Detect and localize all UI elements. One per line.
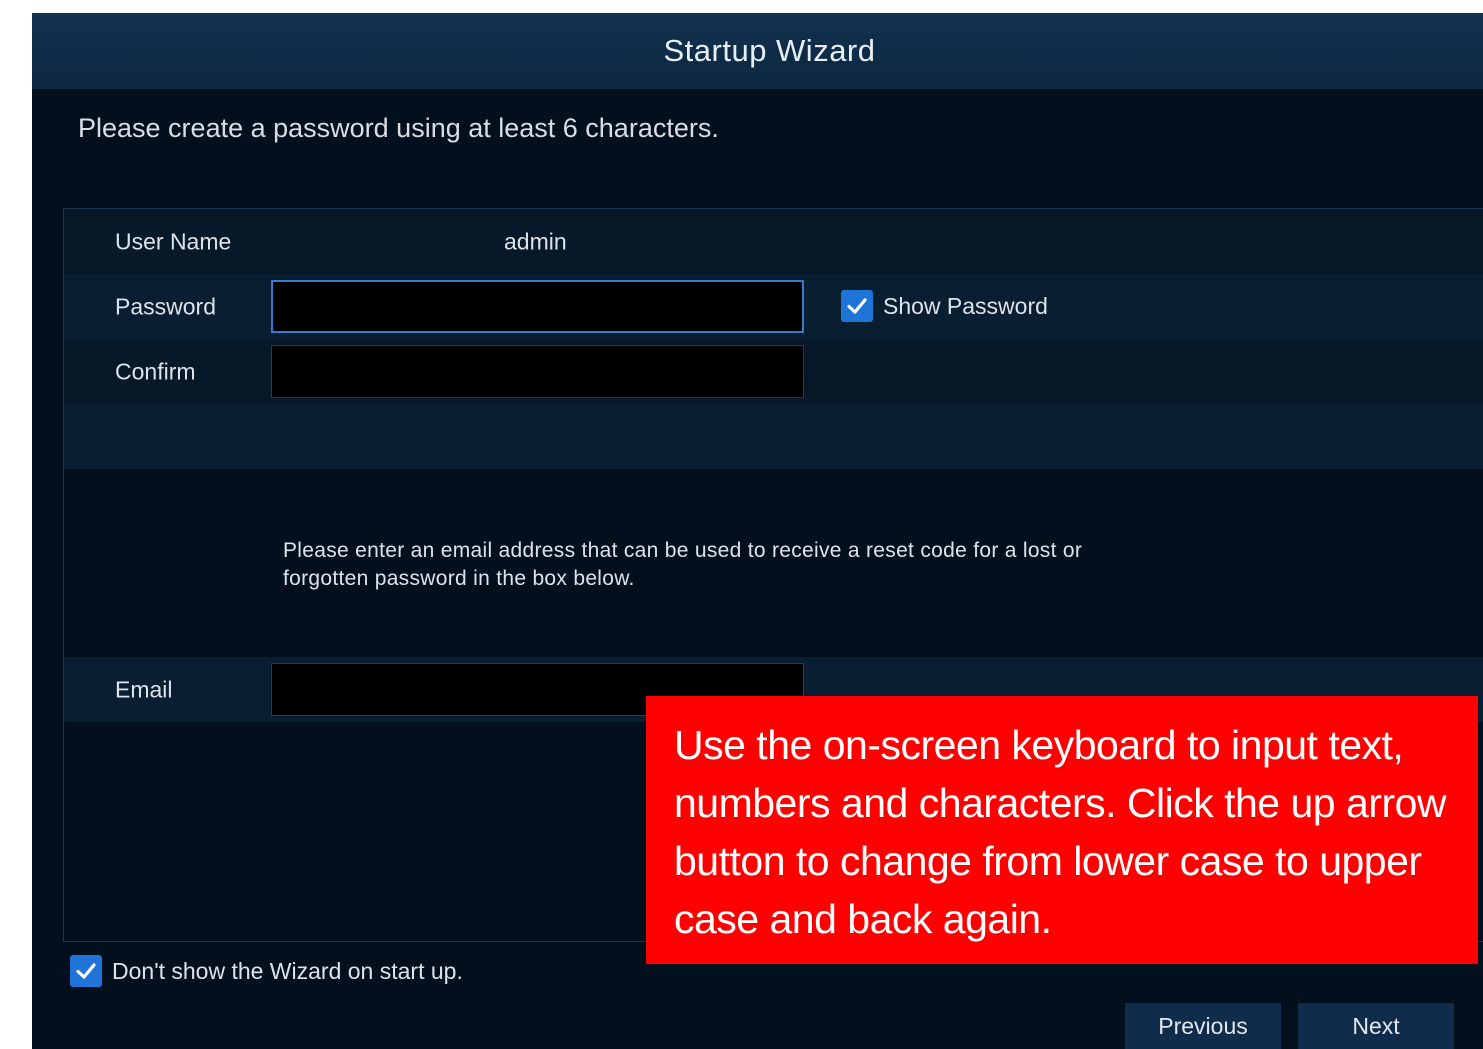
window-title: Startup Wizard [663, 33, 876, 68]
confirm-row: Confirm [64, 339, 1483, 404]
next-button[interactable]: Next [1298, 1003, 1454, 1049]
confirm-input[interactable] [271, 345, 804, 398]
email-label: Email [115, 676, 173, 702]
spacer-row [64, 404, 1483, 469]
dont-show-wizard-label: Don't show the Wizard on start up. [112, 957, 463, 984]
username-row: User Name admin [64, 209, 1483, 274]
password-label: Password [115, 293, 216, 319]
show-password-label: Show Password [883, 292, 1048, 319]
email-note: Please enter an email address that can b… [283, 539, 1083, 590]
username-value: admin [504, 228, 567, 254]
show-password-checkbox[interactable]: Show Password [841, 290, 1048, 322]
show-password-check-icon[interactable] [841, 290, 873, 322]
titlebar: Startup Wizard [32, 13, 1483, 89]
previous-button[interactable]: Previous [1125, 1003, 1281, 1049]
password-input[interactable] [271, 280, 804, 333]
confirm-label: Confirm [115, 358, 196, 384]
password-instruction: Please create a password using at least … [78, 113, 719, 143]
password-row: Password Show Password [64, 274, 1483, 339]
keyboard-tip-callout: Use the on-screen keyboard to input text… [646, 696, 1478, 964]
dont-show-check-icon[interactable] [70, 955, 102, 987]
dont-show-wizard-checkbox[interactable]: Don't show the Wizard on start up. [70, 955, 463, 987]
username-label: User Name [115, 228, 232, 254]
